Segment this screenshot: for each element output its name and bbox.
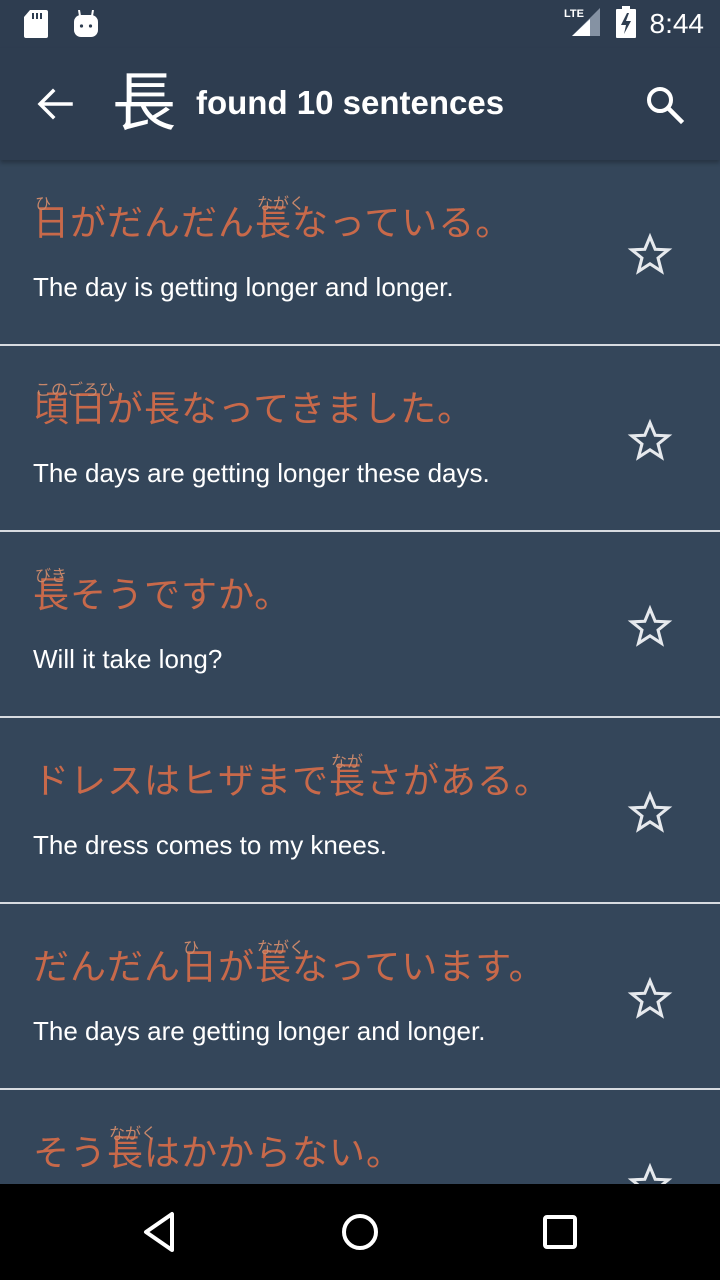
back-button[interactable] (30, 82, 80, 126)
nav-recents-icon (543, 1215, 577, 1249)
english-translation: The days are getting longer these days. (33, 458, 490, 488)
search-button[interactable] (640, 80, 690, 130)
japanese-sentence: 長そうですか。 (33, 575, 292, 616)
japanese-sentence: そう長はかからない。 (33, 1133, 404, 1174)
furigana: びき (35, 566, 68, 585)
favorite-button[interactable] (627, 604, 673, 650)
furigana: ひ (35, 194, 52, 213)
sentence-item[interactable]: このごろひ 頃日が長なってきました。 The days are getting lo… (0, 346, 720, 532)
clock: 8:44 (649, 8, 705, 39)
search-icon (647, 87, 685, 125)
nav-home-button[interactable] (338, 1210, 382, 1254)
sd-card-icon (24, 10, 48, 42)
sentence-item[interactable]: びき 長そうですか。 Will it take long? (0, 532, 720, 718)
furigana: このごろひ (35, 380, 116, 399)
status-bar: LTE 8:44 (0, 0, 720, 48)
sentence-item[interactable]: なが ドレスはヒザまで長さがある。 The dress comes to my kn… (0, 718, 720, 904)
english-translation: The days are getting longer and longer. (33, 1016, 486, 1046)
favorite-button[interactable] (627, 418, 673, 464)
japanese-sentence-wrap: なが ドレスはヒザまで長さがある。 (33, 752, 552, 804)
search-kanji: 長 (112, 67, 176, 141)
toolbar: 長 found 10 sentences (0, 48, 720, 160)
japanese-sentence-wrap: びき 長そうですか。 (33, 566, 292, 618)
battery-charging-icon (615, 6, 636, 42)
nav-home-icon (342, 1214, 378, 1250)
star-outline-icon (627, 1162, 673, 1184)
page-title: found 10 sentences (196, 84, 505, 121)
nav-back-icon (144, 1212, 174, 1252)
star-outline-icon (627, 790, 673, 833)
japanese-sentence: ドレスはヒザまで長さがある。 (33, 761, 552, 802)
android-debug-icon (74, 9, 98, 42)
english-translation: Will it take long? (33, 644, 223, 674)
favorite-button[interactable] (627, 1162, 673, 1184)
arrow-back-icon (37, 88, 73, 120)
japanese-sentence-wrap: ひながく だんだん日が長なっています。 (33, 938, 546, 990)
sentence-item[interactable]: ひながく だんだん日が長なっています。 The days are getting l… (0, 904, 720, 1090)
favorite-button[interactable] (627, 232, 673, 278)
furigana: なが (331, 752, 364, 771)
svg-text:LTE: LTE (564, 8, 584, 20)
star-outline-icon (627, 232, 673, 275)
lte-signal-icon: LTE (564, 6, 602, 42)
star-outline-icon (627, 976, 673, 1019)
furigana: ながく (109, 1124, 158, 1143)
english-translation: The day is getting longer and longer. (33, 272, 454, 302)
navigation-bar (0, 1184, 720, 1280)
furigana: ながく (257, 194, 306, 213)
star-outline-icon (627, 418, 673, 461)
sentence-item[interactable]: ひながく 日がだんだん長なっている。 The day is getting long… (0, 160, 720, 346)
sentence-item[interactable]: ながく そう長はかからない。 (0, 1090, 720, 1184)
favorite-button[interactable] (627, 976, 673, 1022)
favorite-button[interactable] (627, 790, 673, 836)
star-outline-icon (627, 604, 673, 647)
japanese-sentence-wrap: このごろひ 頃日が長なってきました。 (33, 380, 474, 432)
english-translation: The dress comes to my knees. (33, 830, 388, 860)
sentence-list[interactable]: ひながく 日がだんだん長なっている。 The day is getting long… (0, 160, 720, 1184)
nav-recents-button[interactable] (538, 1210, 582, 1254)
japanese-sentence-wrap: ひながく 日がだんだん長なっている。 (33, 194, 512, 246)
furigana: ながく (257, 938, 306, 957)
japanese-sentence-wrap: ながく そう長はかからない。 (33, 1124, 404, 1176)
furigana: ひ (183, 938, 200, 957)
nav-back-button[interactable] (138, 1210, 182, 1254)
